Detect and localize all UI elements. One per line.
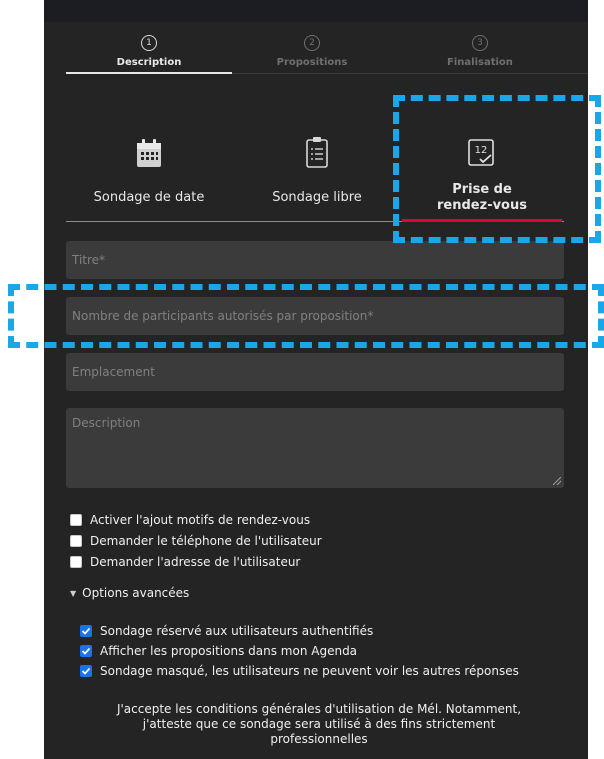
clipboard-list-icon xyxy=(242,120,392,168)
highlight-appointment-type xyxy=(393,95,601,243)
advanced-options-toggle[interactable]: ▼ Options avancées xyxy=(70,586,189,600)
description-placeholder: Description xyxy=(72,416,141,430)
option-hidden-poll[interactable]: Sondage masqué, les utilisateurs ne peuv… xyxy=(80,664,519,678)
option-ask-phone[interactable]: Demander le téléphone de l'utilisateur xyxy=(70,534,322,548)
description-textarea[interactable]: Description xyxy=(66,408,564,488)
option-label: Demander l'adresse de l'utilisateur xyxy=(90,555,301,569)
checkbox-checked-icon[interactable] xyxy=(80,645,92,657)
step-number-1: 1 xyxy=(141,35,157,51)
step-finalisation[interactable]: 3 Finalisation xyxy=(400,30,560,68)
step-number-3: 3 xyxy=(472,35,488,51)
triangle-down-icon: ▼ xyxy=(70,588,77,598)
option-label: Sondage réservé aux utilisateurs authent… xyxy=(100,624,374,638)
terms-line-1: J'accepte les conditions générales d'uti… xyxy=(116,702,522,716)
option-label: Activer l'ajout motifs de rendez-vous xyxy=(90,513,311,527)
option-authenticated-only[interactable]: Sondage réservé aux utilisateurs authent… xyxy=(80,624,373,638)
terms-of-use-text: J'accepte les conditions générales d'uti… xyxy=(74,702,564,747)
top-strip xyxy=(44,0,588,22)
calendar-icon xyxy=(74,120,224,168)
location-input[interactable]: Emplacement xyxy=(66,353,564,391)
option-label: Demander le téléphone de l'utilisateur xyxy=(90,534,322,548)
step-propositions[interactable]: 2 Propositions xyxy=(232,30,392,68)
step-label-propositions: Propositions xyxy=(276,57,348,68)
checkbox-checked-icon[interactable] xyxy=(80,665,92,677)
option-show-in-agenda[interactable]: Afficher les propositions dans mon Agend… xyxy=(80,644,357,658)
poll-type-date-label: Sondage de date xyxy=(93,190,205,205)
step-label-description: Description xyxy=(116,57,182,68)
terms-line-3: professionnelles xyxy=(270,732,368,746)
stepper-divider xyxy=(232,73,588,74)
option-ask-address[interactable]: Demander l'adresse de l'utilisateur xyxy=(70,555,300,569)
advanced-options-label: Options avancées xyxy=(82,586,190,600)
highlight-participants-field xyxy=(8,284,604,348)
option-label: Afficher les propositions dans mon Agend… xyxy=(100,644,358,658)
checkbox-checked-icon[interactable] xyxy=(80,625,92,637)
option-appointment-reasons[interactable]: Activer l'ajout motifs de rendez-vous xyxy=(70,513,310,527)
option-label: Sondage masqué, les utilisateurs ne peuv… xyxy=(100,664,519,678)
checkbox-unchecked-icon[interactable] xyxy=(70,556,82,568)
title-input[interactable]: Titre* xyxy=(66,241,564,279)
active-step-underline xyxy=(66,72,232,74)
terms-line-2: j'atteste que ce sondage sera utilisé à … xyxy=(142,717,496,731)
poll-type-free-label: Sondage libre xyxy=(272,190,362,205)
checkbox-unchecked-icon[interactable] xyxy=(70,535,82,547)
step-number-2: 2 xyxy=(304,35,320,51)
step-description[interactable]: 1 Description xyxy=(69,30,229,68)
step-label-finalisation: Finalisation xyxy=(447,57,513,68)
resize-grip-icon[interactable] xyxy=(553,477,561,485)
poll-type-free[interactable]: Sondage libre xyxy=(242,120,392,205)
checkbox-unchecked-icon[interactable] xyxy=(70,514,82,526)
poll-type-date[interactable]: Sondage de date xyxy=(74,120,224,205)
